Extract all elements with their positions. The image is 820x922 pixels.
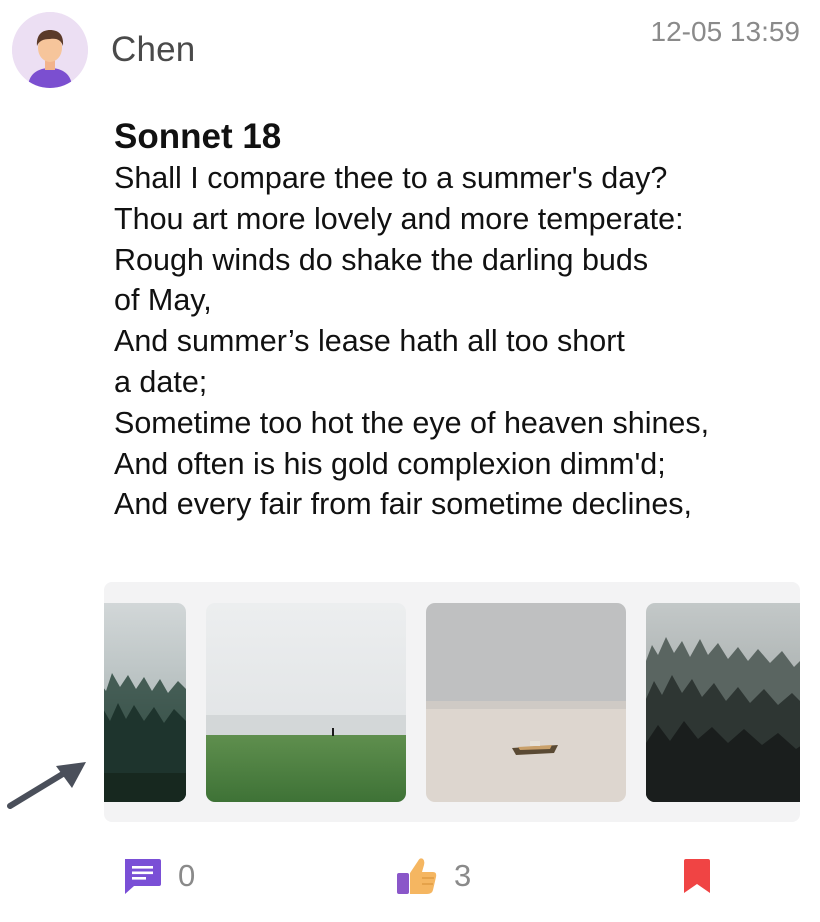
comment-button[interactable]: 0 [122, 856, 195, 896]
poem-line: a date; [114, 364, 208, 399]
poem-line: And every fair from fair sometime declin… [114, 487, 693, 522]
comment-icon [125, 859, 161, 894]
poem-line: of May, [114, 283, 212, 318]
poem-title: Sonnet 18 [114, 117, 282, 156]
poem-line: Rough winds do shake the darling buds [114, 242, 649, 277]
avatar[interactable] [12, 12, 88, 88]
poem-line: Thou art more lovely and more temperate: [114, 201, 684, 236]
comment-count: 0 [178, 858, 196, 893]
pointer-arrow-icon [6, 758, 90, 812]
post-timestamp: 12-05 13:59 [650, 16, 800, 47]
author-name[interactable]: Chen [111, 30, 195, 70]
poem-line: And often is his gold complexion dimm'd; [114, 446, 666, 481]
user-avatar-icon [12, 12, 88, 88]
gallery-image-3[interactable] [426, 603, 626, 802]
post-body: Sonnet 18 Shall I compare thee to a summ… [114, 116, 804, 525]
post-card: Chen 12-05 13:59 Sonnet 18 Shall I compa… [0, 0, 820, 922]
bookmark-icon [684, 859, 710, 893]
like-button[interactable]: 3 [396, 856, 471, 896]
gallery-image-1[interactable] [104, 603, 186, 802]
poem-line: Shall I compare thee to a summer's day? [114, 161, 668, 195]
gallery-image-4[interactable] [646, 603, 800, 802]
gallery-image-2[interactable] [206, 603, 406, 802]
poem-line: And summer’s lease hath all too short [114, 324, 625, 359]
poem-line: Sometime too hot the eye of heaven shine… [114, 405, 710, 440]
image-gallery[interactable] [104, 582, 800, 822]
like-count: 3 [454, 858, 472, 893]
poem-text: Shall I compare thee to a summer's day? … [114, 158, 804, 525]
bookmark-button[interactable] [683, 856, 711, 896]
thumbs-up-icon [397, 858, 437, 894]
